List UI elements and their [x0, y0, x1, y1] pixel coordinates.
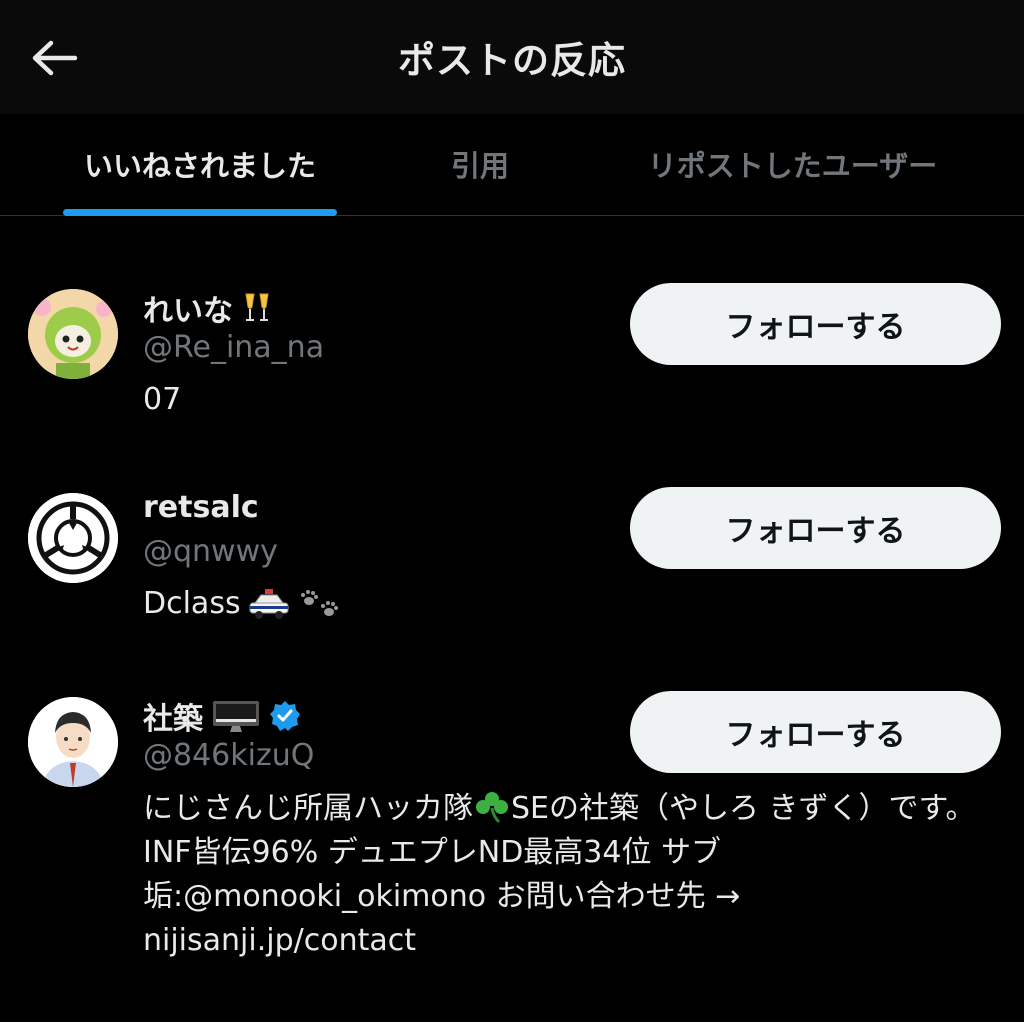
user-handle: @846kizuQ — [143, 738, 315, 773]
paw-prints-icon — [300, 590, 338, 616]
tab-quotes-label: 引用 — [450, 149, 509, 183]
avatar[interactable] — [28, 697, 118, 787]
shamrock-icon — [476, 792, 508, 824]
display-name: 社築 — [143, 694, 301, 738]
verified-badge-icon — [270, 701, 300, 731]
avatar[interactable] — [28, 493, 118, 583]
police-car-icon — [249, 589, 289, 619]
tab-reposts-label: リポストしたユーザー — [647, 149, 938, 183]
follow-button[interactable]: フォローする — [630, 487, 1001, 569]
tab-quotes[interactable]: 引用 — [420, 114, 540, 214]
display-name: retsalc — [143, 490, 259, 525]
page-title: ポストの反応 — [398, 39, 626, 82]
tab-reposts[interactable]: リポストしたユーザー — [620, 114, 965, 214]
follow-button[interactable]: フォローする — [630, 283, 1001, 365]
user-bio: Dclass — [143, 582, 1003, 626]
display-name: れいな — [143, 286, 273, 330]
champagne-glasses-icon — [241, 291, 273, 325]
avatar[interactable] — [28, 289, 118, 379]
tab-likes[interactable]: いいねされました — [50, 114, 350, 214]
tab-likes-label: いいねされました — [83, 149, 316, 183]
active-tab-indicator — [63, 209, 337, 216]
user-handle: @qnwwy — [143, 534, 278, 569]
desktop-computer-icon — [213, 701, 259, 732]
user-bio: 07 — [143, 382, 182, 417]
user-handle: @Re_ina_na — [143, 330, 325, 365]
user-bio: にじさんじ所属ハッカ隊 SEの社築（やしろ きずく）です。INF皆伝96% デュ… — [143, 791, 976, 958]
tab-bar: いいねされました 引用 リポストしたユーザー — [0, 114, 1024, 216]
top-bar: ポストの反応 — [0, 0, 1024, 114]
follow-button[interactable]: フォローする — [630, 691, 1001, 773]
